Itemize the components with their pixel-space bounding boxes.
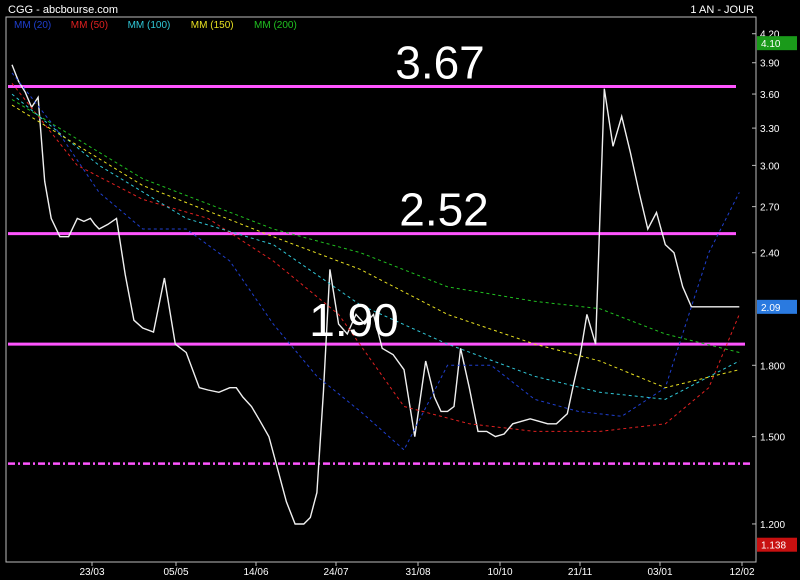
y-tick-label-3: 3.30 xyxy=(760,124,780,135)
y-tick-label-8: 1.500 xyxy=(760,433,785,444)
x-tick-label-3: 24/07 xyxy=(323,567,348,578)
y-tick-label-6: 2.40 xyxy=(760,249,780,260)
x-tick-label-0: 23/03 xyxy=(79,567,104,578)
y-tick-label-7: 1.800 xyxy=(760,361,785,372)
x-tick-label-1: 05/05 xyxy=(163,567,188,578)
x-tick-label-2: 14/06 xyxy=(243,567,268,578)
x-tick-label-7: 03/01 xyxy=(647,567,672,578)
legend-item-3: MM (150) xyxy=(191,20,234,31)
level-annotation-0: 3.67 xyxy=(395,37,485,89)
y-tick-label-9: 1.200 xyxy=(760,520,785,531)
x-tick-label-8: 12/02 xyxy=(729,567,754,578)
y-tick-label-1: 3.90 xyxy=(760,59,780,70)
y-tick-label-2: 3.60 xyxy=(760,90,780,101)
x-tick-label-5: 10/10 xyxy=(487,567,512,578)
legend-item-4: MM (200) xyxy=(254,20,297,31)
price-badge-label-1: 2.09 xyxy=(761,303,781,314)
x-tick-label-4: 31/08 xyxy=(405,567,430,578)
chart-title: CGG - abcbourse.com xyxy=(8,4,118,16)
legend-item-1: MM (50) xyxy=(71,20,108,31)
level-annotation-2: 1.90 xyxy=(309,294,399,346)
stock-chart: CGG - abcbourse.com 1 AN - JOUR MM (20) M… xyxy=(0,0,800,580)
y-tick-label-4: 3.00 xyxy=(760,161,780,172)
level-annotation-1: 2.52 xyxy=(399,184,489,236)
price-badge-label-2: 1.138 xyxy=(761,541,786,552)
period-label: 1 AN - JOUR xyxy=(690,4,754,16)
legend-item-0: MM (20) xyxy=(14,20,51,31)
legend-item-2: MM (100) xyxy=(128,20,171,31)
y-tick-label-5: 2.70 xyxy=(760,203,780,214)
x-tick-label-6: 21/11 xyxy=(568,567,593,578)
price-badge-label-0: 4.10 xyxy=(761,39,781,50)
